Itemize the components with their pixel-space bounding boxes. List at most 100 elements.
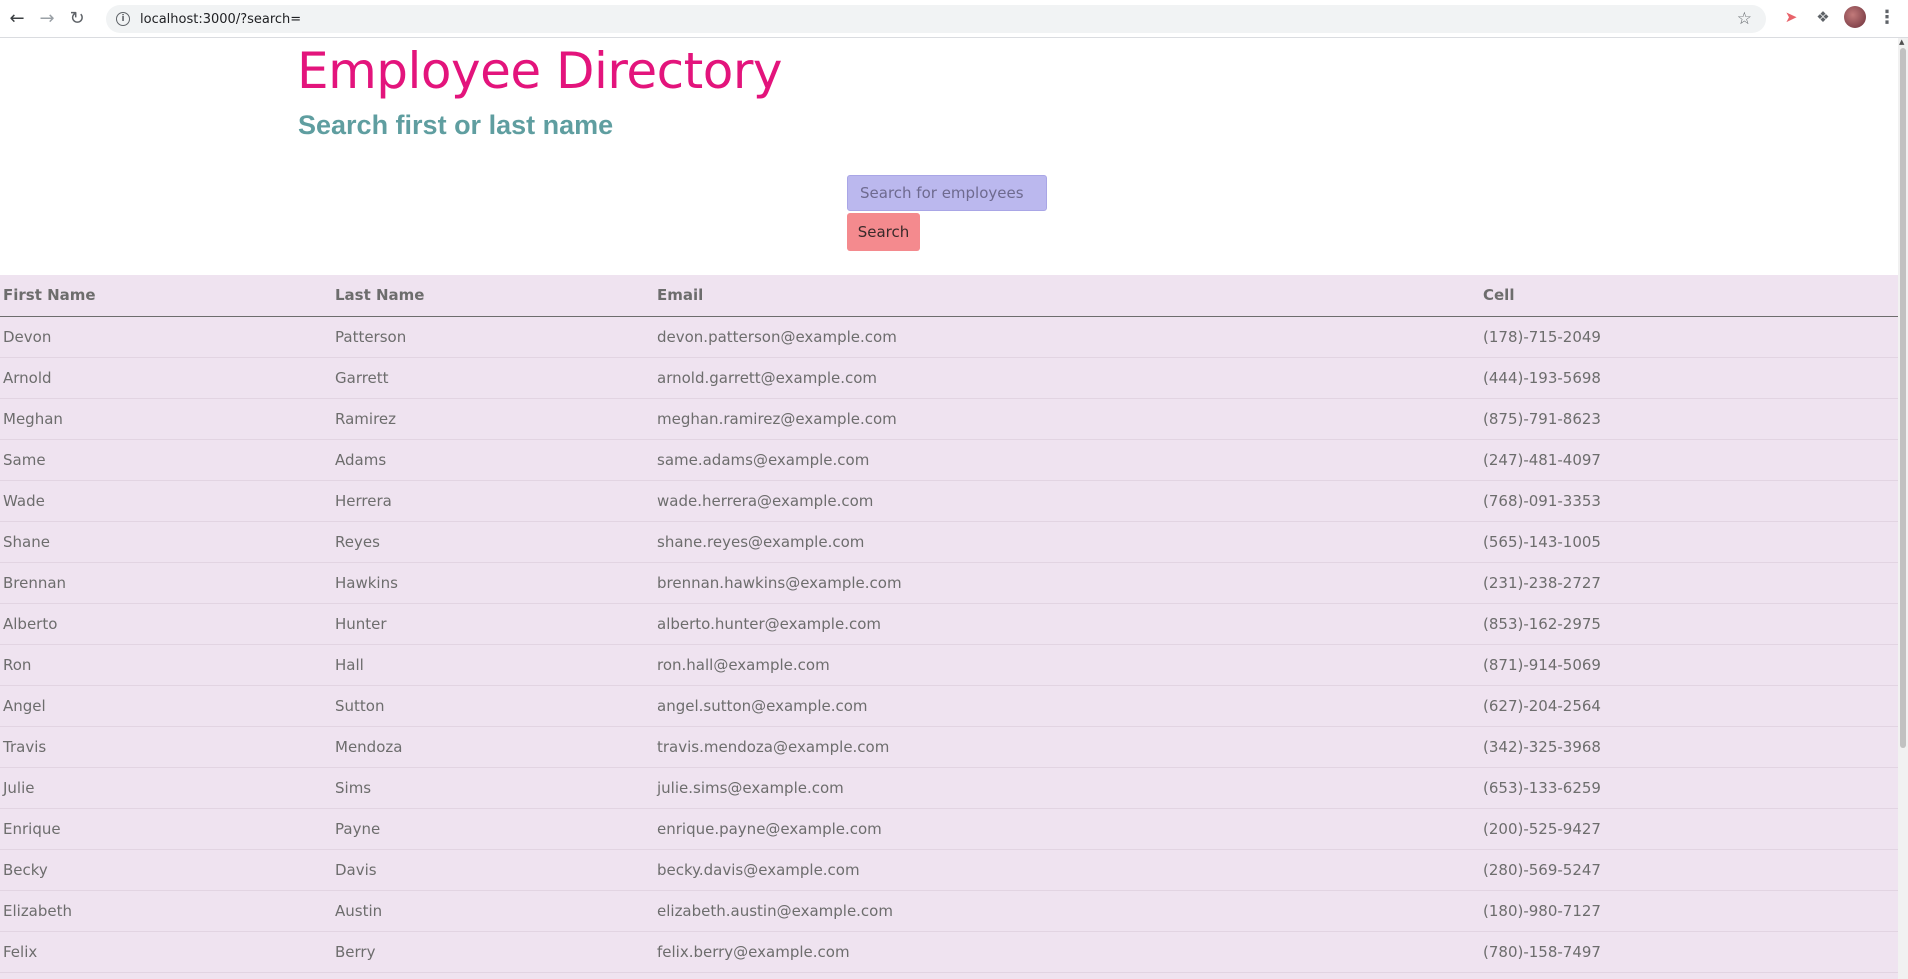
table-row: Enrique Payne enrique.payne@example.com (20… bbox=[0, 808, 1898, 850]
table-row: Brennan Hawkins brennan.hawkins@example.co… bbox=[0, 562, 1898, 604]
arrow-right-icon: → bbox=[39, 8, 55, 29]
cell-first-name: Shane bbox=[0, 521, 332, 563]
cell-cell: (178)-715-2049 bbox=[1480, 316, 1898, 358]
cell-first-name: Enrique bbox=[0, 808, 332, 850]
cell-last-name: Hall bbox=[332, 644, 654, 686]
cell-cell: (871)-914-5069 bbox=[1480, 644, 1898, 686]
avatar[interactable] bbox=[1844, 6, 1866, 28]
cell-last-name: Mendoza bbox=[332, 726, 654, 768]
more-vert-icon[interactable]: ⋮ bbox=[1876, 6, 1898, 28]
cell-cell: (247)-481-4097 bbox=[1480, 439, 1898, 481]
cell-email: enrique.payne@example.com bbox=[654, 808, 1480, 850]
cell-last-name: Hawkins bbox=[332, 562, 654, 604]
search-button[interactable]: Search bbox=[847, 213, 920, 251]
table-row: Julie Sims julie.sims@example.com (653)-133… bbox=[0, 767, 1898, 809]
column-header-cell[interactable]: Cell bbox=[1480, 275, 1898, 317]
cell-cell: (342)-325-3968 bbox=[1480, 726, 1898, 768]
table-row: Meghan Ramirez meghan.ramirez@example.com(… bbox=[0, 398, 1898, 440]
scroll-up-icon[interactable]: ▲ bbox=[1899, 38, 1904, 46]
cell-last-name: Sims bbox=[332, 767, 654, 809]
forward-button[interactable]: → bbox=[32, 4, 62, 34]
cell-last-name: Berry bbox=[332, 931, 654, 973]
table-header-row: First Name Last Name Email Cell bbox=[0, 275, 1898, 317]
cell-last-name: Garrett bbox=[332, 357, 654, 399]
cell-first-name: Travis bbox=[0, 726, 332, 768]
employee-table: First Name Last Name Email Cell Devon Pat… bbox=[0, 275, 1898, 973]
cell-first-name: Ron bbox=[0, 644, 332, 686]
column-header-email[interactable]: Email bbox=[654, 275, 1480, 317]
cell-last-name: Sutton bbox=[332, 685, 654, 727]
cell-email: julie.sims@example.com bbox=[654, 767, 1480, 809]
cell-first-name: Devon bbox=[0, 316, 332, 358]
scrollbar-thumb[interactable] bbox=[1900, 48, 1906, 748]
cell-email: ron.hall@example.com bbox=[654, 644, 1480, 686]
info-icon[interactable]: i bbox=[116, 12, 130, 26]
cell-last-name: Reyes bbox=[332, 521, 654, 563]
employee-table-container: First Name Last Name Email Cell Devon Pat… bbox=[0, 275, 1898, 979]
cell-email: felix.berry@example.com bbox=[654, 931, 1480, 973]
search-input[interactable] bbox=[847, 175, 1047, 211]
browser-toolbar: ← → ↻ i localhost:3000/?search= ☆ ➤ ❖ ⋮ bbox=[0, 0, 1908, 38]
column-header-first-name[interactable]: First Name bbox=[0, 275, 332, 317]
back-button[interactable]: ← bbox=[2, 4, 32, 34]
table-row: Ron Hall ron.hall@example.com (871)-914-506… bbox=[0, 644, 1898, 686]
cell-email: meghan.ramirez@example.com bbox=[654, 398, 1480, 440]
column-header-last-name[interactable]: Last Name bbox=[332, 275, 654, 317]
cell-cell: (565)-143-1005 bbox=[1480, 521, 1898, 563]
puzzle-icon[interactable]: ❖ bbox=[1812, 6, 1834, 28]
cell-last-name: Adams bbox=[332, 439, 654, 481]
cell-first-name: Brennan bbox=[0, 562, 332, 604]
table-row: Shane Reyes shane.reyes@example.com (565)-1… bbox=[0, 521, 1898, 563]
cell-email: alberto.hunter@example.com bbox=[654, 603, 1480, 645]
table-row: Becky Davis becky.davis@example.com (280)-5… bbox=[0, 849, 1898, 891]
page-scrollbar[interactable]: ▲ bbox=[1898, 38, 1908, 979]
cell-cell: (853)-162-2975 bbox=[1480, 603, 1898, 645]
table-row: Elizabeth Austin elizabeth.austin@example.… bbox=[0, 890, 1898, 932]
table-row: Travis Mendoza travis.mendoza@example.com(… bbox=[0, 726, 1898, 768]
cell-first-name: Same bbox=[0, 439, 332, 481]
address-bar[interactable]: i localhost:3000/?search= ☆ bbox=[106, 5, 1766, 33]
cell-first-name: Julie bbox=[0, 767, 332, 809]
arrow-left-icon: ← bbox=[9, 8, 25, 29]
url-text: localhost:3000/?search= bbox=[140, 11, 302, 27]
table-row: Felix Berry felix.berry@example.com (780)-1… bbox=[0, 931, 1898, 973]
cell-email: becky.davis@example.com bbox=[654, 849, 1480, 891]
cell-email: brennan.hawkins@example.com bbox=[654, 562, 1480, 604]
cell-cell: (780)-158-7497 bbox=[1480, 931, 1898, 973]
page-title: Employee Directory bbox=[297, 42, 782, 100]
cell-email: arnold.garrett@example.com bbox=[654, 357, 1480, 399]
cell-cell: (200)-525-9427 bbox=[1480, 808, 1898, 850]
cell-first-name: Felix bbox=[0, 931, 332, 973]
cell-last-name: Ramirez bbox=[332, 398, 654, 440]
cell-first-name: Wade bbox=[0, 480, 332, 522]
cell-cell: (180)-980-7127 bbox=[1480, 890, 1898, 932]
extension-icon[interactable]: ➤ bbox=[1780, 6, 1802, 28]
cell-email: wade.herrera@example.com bbox=[654, 480, 1480, 522]
cell-last-name: Davis bbox=[332, 849, 654, 891]
cell-first-name: Meghan bbox=[0, 398, 332, 440]
table-row: Arnold Garrett arnold.garrett@example.com(… bbox=[0, 357, 1898, 399]
table-row: Same Adams same.adams@example.com (247)-481… bbox=[0, 439, 1898, 481]
reload-icon: ↻ bbox=[69, 8, 85, 29]
cell-email: same.adams@example.com bbox=[654, 439, 1480, 481]
cell-email: travis.mendoza@example.com bbox=[654, 726, 1480, 768]
cell-email: angel.sutton@example.com bbox=[654, 685, 1480, 727]
page-subtitle: Search first or last name bbox=[298, 110, 614, 140]
cell-email: elizabeth.austin@example.com bbox=[654, 890, 1480, 932]
star-icon[interactable]: ☆ bbox=[1737, 9, 1752, 29]
reload-button[interactable]: ↻ bbox=[62, 4, 92, 34]
cell-last-name: Payne bbox=[332, 808, 654, 850]
cell-email: devon.patterson@example.com bbox=[654, 316, 1480, 358]
cell-email: shane.reyes@example.com bbox=[654, 521, 1480, 563]
table-row: Devon Patterson devon.patterson@example.co… bbox=[0, 316, 1898, 358]
cell-cell: (444)-193-5698 bbox=[1480, 357, 1898, 399]
cell-cell: (627)-204-2564 bbox=[1480, 685, 1898, 727]
cell-first-name: Becky bbox=[0, 849, 332, 891]
cell-last-name: Patterson bbox=[332, 316, 654, 358]
cell-first-name: Alberto bbox=[0, 603, 332, 645]
table-row: Angel Sutton angel.sutton@example.com (627)… bbox=[0, 685, 1898, 727]
cell-first-name: Arnold bbox=[0, 357, 332, 399]
cell-cell: (653)-133-6259 bbox=[1480, 767, 1898, 809]
cell-first-name: Elizabeth bbox=[0, 890, 332, 932]
cell-last-name: Herrera bbox=[332, 480, 654, 522]
